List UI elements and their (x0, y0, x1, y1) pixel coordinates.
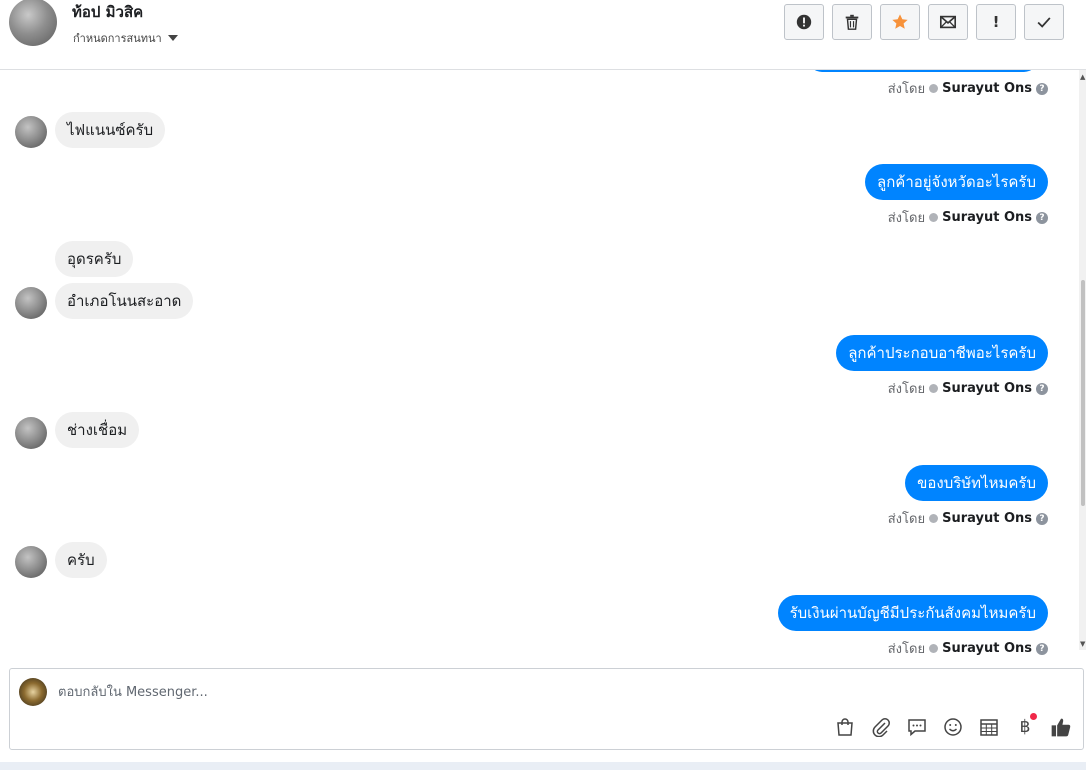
message-bubble-outgoing[interactable]: ของบริษัทไหมครับ (905, 465, 1048, 501)
message-thread[interactable]: ส่งโดย Surayut Ons ? ไฟแนนซ์ครับ ลูกค้าอ… (0, 70, 1078, 660)
message-bubble-incoming[interactable]: ครับ (55, 542, 107, 578)
header-actions: ! (784, 4, 1064, 40)
status-dot-icon (929, 644, 939, 653)
conversation-setting-label: กำหนดการสนทนา (73, 32, 162, 45)
chat-bubble-icon (908, 719, 926, 737)
check-icon (1037, 17, 1051, 28)
contact-message-avatar[interactable] (15, 546, 47, 578)
saved-replies-button[interactable] (905, 715, 929, 739)
help-icon[interactable]: ? (1036, 512, 1048, 525)
message-bubble-outgoing[interactable]: ลูกค้าประกอบอาชีพอะไรครับ (836, 335, 1048, 371)
notification-dot (1030, 713, 1037, 720)
message-bubble-outgoing (808, 70, 1038, 72)
smiley-icon (944, 718, 962, 736)
report-button[interactable] (784, 4, 824, 40)
report-icon (796, 14, 812, 30)
sent-by-info: ส่งโดย Surayut Ons ? (888, 508, 1048, 529)
status-dot-icon (929, 213, 939, 222)
message-bubble-incoming[interactable]: อำเภอโนนสะอาด (55, 283, 194, 319)
attach-button[interactable] (869, 715, 893, 739)
contact-name[interactable]: ท้อป มิวสิค (72, 0, 143, 24)
sent-by-label: ส่งโดย (887, 642, 926, 657)
shop-button[interactable] (833, 715, 857, 739)
conversation-header: ท้อป มิวสิค กำหนดการสนทนา ! (0, 0, 1086, 70)
baht-payment-icon: ฿ (1019, 717, 1031, 737)
sent-by-label: ส่งโดย (887, 512, 926, 527)
delete-button[interactable] (832, 4, 872, 40)
like-button[interactable] (1049, 715, 1073, 739)
appointment-button[interactable] (977, 715, 1001, 739)
help-icon[interactable]: ? (1036, 82, 1048, 95)
page-bottom-band (0, 762, 1086, 770)
help-icon[interactable]: ? (1036, 642, 1048, 655)
sent-by-info: ส่งโดย Surayut Ons ? (888, 207, 1048, 228)
agent-name[interactable]: Surayut Ons (942, 381, 1032, 396)
sent-by-label: ส่งโดย (887, 211, 926, 226)
contact-avatar[interactable] (9, 0, 57, 46)
agent-name[interactable]: Surayut Ons (942, 641, 1032, 656)
message-bubble-incoming[interactable]: ไฟแนนซ์ครับ (55, 112, 166, 148)
scroll-up-arrow-icon[interactable]: ▲ (1080, 73, 1085, 81)
mark-unread-button[interactable] (928, 4, 968, 40)
status-dot-icon (929, 514, 939, 523)
status-dot-icon (929, 384, 939, 393)
payment-button[interactable]: ฿ (1013, 713, 1037, 739)
calendar-table-icon (980, 719, 998, 736)
envelope-icon (939, 15, 957, 29)
emoji-button[interactable] (941, 715, 965, 739)
message-bubble-outgoing[interactable]: ลูกค้าอยู่จังหวัดอะไรครับ (865, 164, 1048, 200)
page-avatar (19, 678, 47, 706)
star-button[interactable] (880, 4, 920, 40)
mark-done-button[interactable] (1024, 4, 1064, 40)
spam-button[interactable]: ! (976, 4, 1016, 40)
agent-name[interactable]: Surayut Ons (942, 81, 1032, 96)
sent-by-info: ส่งโดย Surayut Ons ? (888, 78, 1048, 99)
exclamation-icon: ! (992, 13, 1000, 31)
reply-input[interactable] (58, 681, 758, 703)
help-icon[interactable]: ? (1036, 382, 1048, 395)
contact-message-avatar[interactable] (15, 417, 47, 449)
scrollbar-thumb[interactable] (1081, 280, 1085, 506)
help-icon[interactable]: ? (1036, 211, 1048, 224)
message-bubble-incoming[interactable]: ช่างเชื่อม (55, 412, 140, 448)
bag-icon (837, 718, 853, 736)
caret-down-icon (167, 35, 178, 41)
sent-by-label: ส่งโดย (887, 382, 926, 397)
agent-name[interactable]: Surayut Ons (942, 210, 1032, 225)
paperclip-icon (872, 718, 890, 737)
thumbs-up-icon (1051, 718, 1071, 737)
message-bubble-outgoing[interactable]: รับเงินผ่านบัญชีมีประกันสังคมไหมครับ (777, 595, 1048, 631)
contact-message-avatar[interactable] (15, 116, 47, 148)
status-dot-icon (929, 84, 939, 93)
trash-icon (845, 14, 859, 30)
sent-by-info: ส่งโดย Surayut Ons ? (888, 638, 1048, 659)
star-icon (892, 14, 908, 29)
reply-composer: ฿ (9, 668, 1084, 750)
message-bubble-incoming[interactable]: อุดรครับ (55, 241, 134, 277)
agent-name[interactable]: Surayut Ons (942, 511, 1032, 526)
conversation-setting-dropdown[interactable]: กำหนดการสนทนา (73, 29, 178, 47)
contact-message-avatar[interactable] (15, 287, 47, 319)
sent-by-label: ส่งโดย (887, 82, 926, 97)
scroll-down-arrow-icon[interactable]: ▼ (1080, 640, 1085, 648)
composer-toolbar: ฿ (833, 713, 1073, 739)
sent-by-info: ส่งโดย Surayut Ons ? (888, 378, 1048, 399)
